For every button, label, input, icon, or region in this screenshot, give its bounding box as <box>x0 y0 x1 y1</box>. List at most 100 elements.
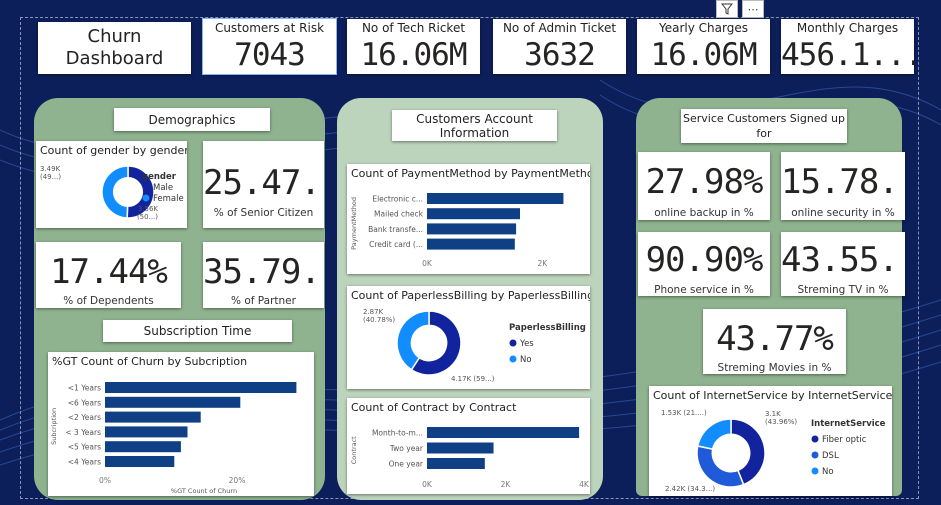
bar <box>427 223 517 235</box>
donut-slice-dsl <box>696 445 745 488</box>
kpi-yearly-charges[interactable]: Yearly Charges 16.06M <box>637 19 770 74</box>
bar <box>427 442 494 454</box>
account-title-line2: Information <box>439 125 510 140</box>
bar <box>427 193 564 204</box>
kpi-senior-citizen[interactable]: 25.47... % of Senior Citizen <box>203 141 324 228</box>
kpi-phone-service[interactable]: 90.90% Phone service in % <box>638 232 770 296</box>
kpi-streaming-movies[interactable]: 43.77% Streming Movies in % <box>703 309 846 374</box>
tick-label: 0K <box>422 259 433 268</box>
donut-slice-no <box>696 418 732 451</box>
kpi-value: 17.44% <box>50 252 168 292</box>
legend-entry: Yes <box>519 339 534 349</box>
bar <box>105 382 297 393</box>
bar <box>105 426 188 438</box>
bar <box>427 427 580 438</box>
paperless-chart[interactable]: Count of PaperlessBilling by PaperlessBi… <box>347 286 590 389</box>
legend-title: InternetService <box>811 419 886 429</box>
slice-data-label: (43.96%) <box>765 418 797 426</box>
legend-marker <box>811 451 819 459</box>
kpi-monthly-charges[interactable]: Monthly Charges 456.1... <box>781 19 914 74</box>
legend-marker <box>142 194 150 202</box>
kpi-value: 43.77% <box>716 319 834 359</box>
category-label: One year <box>389 460 424 469</box>
kpi-value: 3632 <box>524 37 596 73</box>
subscription-bar-chart: <1 Years <6 Years <2 Years < 3 Years <5 Year… <box>50 382 297 495</box>
kpi-label: No of Admin Ticket <box>502 21 617 35</box>
kpi-streaming-tv[interactable]: 43.55... Streming TV in % <box>781 232 905 296</box>
slice-data-label: 2.42K (34.3...) <box>665 485 715 493</box>
donut-slice-female <box>101 165 129 219</box>
payment-bar-chart: Electronic c... Mailed check Bank transfe.… <box>350 193 564 268</box>
kpi-online-security[interactable]: 15.78... online security in % <box>781 152 905 220</box>
legend-entry: No <box>822 467 834 477</box>
legend-entry: Fiber optic <box>822 435 867 445</box>
kpi-value: 35.79... <box>203 252 324 292</box>
tick-label: 0% <box>99 476 111 485</box>
kpi-label: Customers at Risk <box>214 21 325 35</box>
kpi-dependents[interactable]: 17.44% % of Dependents <box>36 242 181 308</box>
gender-chart[interactable]: Count of gender by gender 3.56K (50...) 3.… <box>36 141 187 228</box>
category-label: < 3 Years <box>65 428 101 437</box>
kpi-tech-tickets[interactable]: No of Tech Ricket 16.06M <box>347 19 480 74</box>
slice-data-label: 3.49K <box>40 165 61 173</box>
slice-data-label: (49...) <box>40 173 61 181</box>
kpi-label: Yearly Charges <box>659 21 748 35</box>
bar <box>105 456 175 467</box>
legend-entry: Male <box>153 183 173 193</box>
category-label: <4 Years <box>68 458 101 467</box>
kpi-admin-tickets[interactable]: No of Admin Ticket 3632 <box>493 19 626 74</box>
payment-method-chart[interactable]: Count of PaymentMethod by PaymentMethod … <box>347 164 590 274</box>
visual-toolbar: ⋯ <box>716 0 764 18</box>
kpi-value: 43.55... <box>781 240 905 280</box>
internet-service-chart[interactable]: Count of InternetService by InternetServ… <box>649 386 892 496</box>
kpi-value: 7043 <box>234 37 306 73</box>
legend-marker <box>142 183 150 191</box>
kpi-value: 16.06M <box>360 37 468 73</box>
bar <box>105 396 241 408</box>
kpi-online-backup[interactable]: 27.98% online backup in % <box>638 152 770 220</box>
dashboard-title: Churn Dashboard <box>38 22 191 74</box>
subscription-title: Subscription Time <box>103 320 292 342</box>
kpi-label: No of Tech Ricket <box>361 21 466 35</box>
account-title: Customers Account Information <box>392 110 557 141</box>
legend-marker <box>811 435 819 443</box>
services-title-line2: for <box>756 127 772 140</box>
filter-icon[interactable] <box>716 0 738 18</box>
more-options-icon[interactable]: ⋯ <box>742 0 764 18</box>
kpi-partner[interactable]: 35.79... % of Partner <box>203 242 324 308</box>
category-label: <5 Years <box>68 443 101 452</box>
x-axis-label: %GT Count of Churn <box>171 487 237 495</box>
slice-data-label: (40.78%) <box>363 316 395 324</box>
kpi-customers-at-risk[interactable]: Customers at Risk 7043 <box>202 18 337 75</box>
subscription-chart[interactable]: %GT Count of Churn by Subcription <1 Yea… <box>48 352 314 496</box>
kpi-label: Monthly Charges <box>796 21 899 35</box>
subscription-title-text: Subscription Time <box>143 324 252 338</box>
legend-entry: No <box>520 355 532 365</box>
kpi-label: Streming TV in % <box>797 284 889 296</box>
tick-label: 2K <box>501 480 512 489</box>
legend-marker <box>811 467 819 475</box>
legend-marker <box>509 339 517 347</box>
tick-label: 2K <box>538 259 549 268</box>
kpi-label: % of Senior Citizen <box>213 207 314 219</box>
kpi-value: 90.90% <box>645 240 764 280</box>
bar <box>427 238 515 250</box>
demographics-title-text: Demographics <box>148 112 236 127</box>
y-axis-label: Contract <box>350 436 358 464</box>
tick-label: 0K <box>422 480 433 489</box>
category-label: Bank transfe... <box>368 225 423 234</box>
slice-data-label: 3.56K <box>138 205 159 213</box>
y-axis-label: PaymentMethod <box>350 197 358 250</box>
legend-marker <box>509 355 517 363</box>
kpi-value: 27.98% <box>645 162 764 202</box>
contract-chart[interactable]: Count of Contract by Contract Month-to-m… <box>347 398 590 494</box>
category-label: Credit card (... <box>369 240 423 249</box>
demographics-title: Demographics <box>114 108 270 131</box>
slice-data-label: 4.17K (59...) <box>451 375 495 383</box>
bar <box>105 411 201 423</box>
kpi-label: Streming Movies in % <box>717 362 832 374</box>
tick-label: 20% <box>229 476 246 485</box>
tick-label: 4K <box>579 480 590 489</box>
account-title-text: Customers Account Information <box>416 112 533 140</box>
kpi-value: 25.47... <box>203 163 324 203</box>
